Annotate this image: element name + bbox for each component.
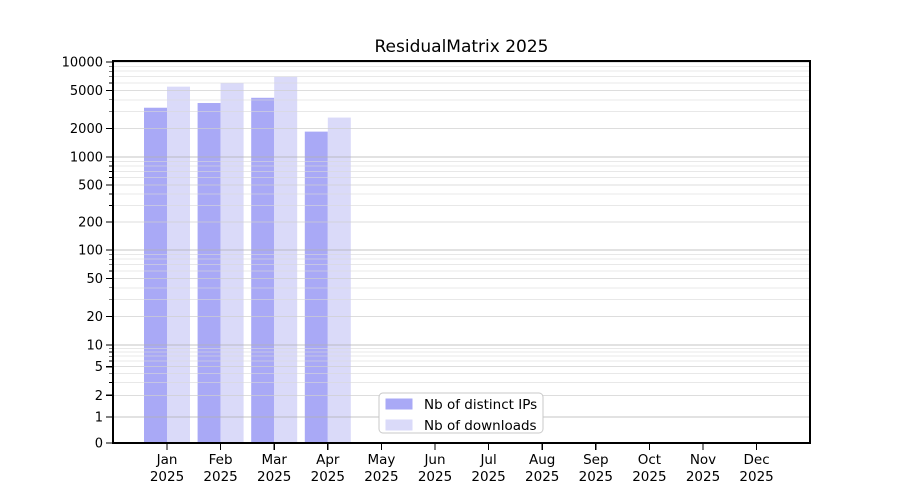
y-tick-label: 10000 <box>62 56 103 71</box>
y-tick-label: 1000 <box>70 151 103 166</box>
legend-swatch-distinct-ips-icon <box>385 398 413 410</box>
x-tick-label-oct: Oct <box>638 452 661 468</box>
x-tick-label-nov: Nov <box>690 452 716 468</box>
x-tick-year-dec: 2025 <box>739 469 773 485</box>
x-tick-year-mar: 2025 <box>257 469 291 485</box>
bar-jan-distinct-ips <box>144 107 167 443</box>
y-tick-label: 5000 <box>70 84 103 99</box>
y-tick-label: 50 <box>86 272 103 287</box>
x-tick-year-may: 2025 <box>364 469 398 485</box>
x-tick-label-sep: Sep <box>583 452 608 468</box>
x-tick-year-oct: 2025 <box>632 469 666 485</box>
y-tick-label: 500 <box>78 178 103 193</box>
bar-feb-distinct-ips <box>197 103 221 443</box>
x-tick-year-jun: 2025 <box>418 469 452 485</box>
x-tick-label-dec: Dec <box>744 452 770 468</box>
x-tick-year-jan: 2025 <box>150 469 184 485</box>
legend-label-downloads: Nb of downloads <box>424 418 537 434</box>
x-tick-label-feb: Feb <box>209 452 233 468</box>
bar-mar-distinct-ips <box>251 97 275 443</box>
legend-swatch-downloads-icon <box>385 419 413 431</box>
bar-chart: 100005000200010005002001005020105210Jan2… <box>62 37 811 485</box>
y-tick-label: 1 <box>95 411 103 426</box>
bar-feb-downloads <box>220 83 244 444</box>
figure: 10000 5000 2000 1000 500 200 100 50 20 10 5 2 1 0 Jan 2… <box>0 0 900 500</box>
x-tick-label-apr: Apr <box>316 452 340 468</box>
x-tick-label-jan: Jan <box>156 452 178 468</box>
legend-label-distinct-ips: Nb of distinct IPs <box>424 397 537 413</box>
x-tick-label-jun: Jun <box>423 452 445 468</box>
bar-mar-downloads <box>274 76 298 443</box>
chart-title: ResidualMatrix 2025 <box>375 37 549 57</box>
x-tick-label-may: May <box>367 452 395 468</box>
y-tick-label: 10 <box>86 339 103 354</box>
x-tick-year-sep: 2025 <box>579 469 613 485</box>
y-tick-label: 100 <box>78 244 103 259</box>
x-tick-year-apr: 2025 <box>311 469 345 485</box>
y-tick-label: 5 <box>95 360 103 375</box>
y-tick-label: 2000 <box>70 122 103 137</box>
x-tick-year-nov: 2025 <box>686 469 720 485</box>
y-tick-label: 200 <box>78 216 103 231</box>
x-tick-label-jul: Jul <box>479 452 496 468</box>
x-tick-year-aug: 2025 <box>525 469 559 485</box>
y-tick-label: 20 <box>86 310 103 325</box>
x-tick-label-aug: Aug <box>529 452 555 468</box>
y-tick-label: 2 <box>95 389 103 404</box>
x-tick-year-jul: 2025 <box>471 469 505 485</box>
x-tick-year-feb: 2025 <box>203 469 237 485</box>
legend: Nb of distinct IPs Nb of downloads <box>378 392 544 434</box>
y-tick-label: 0 <box>95 437 103 452</box>
x-tick-label-mar: Mar <box>261 452 287 468</box>
